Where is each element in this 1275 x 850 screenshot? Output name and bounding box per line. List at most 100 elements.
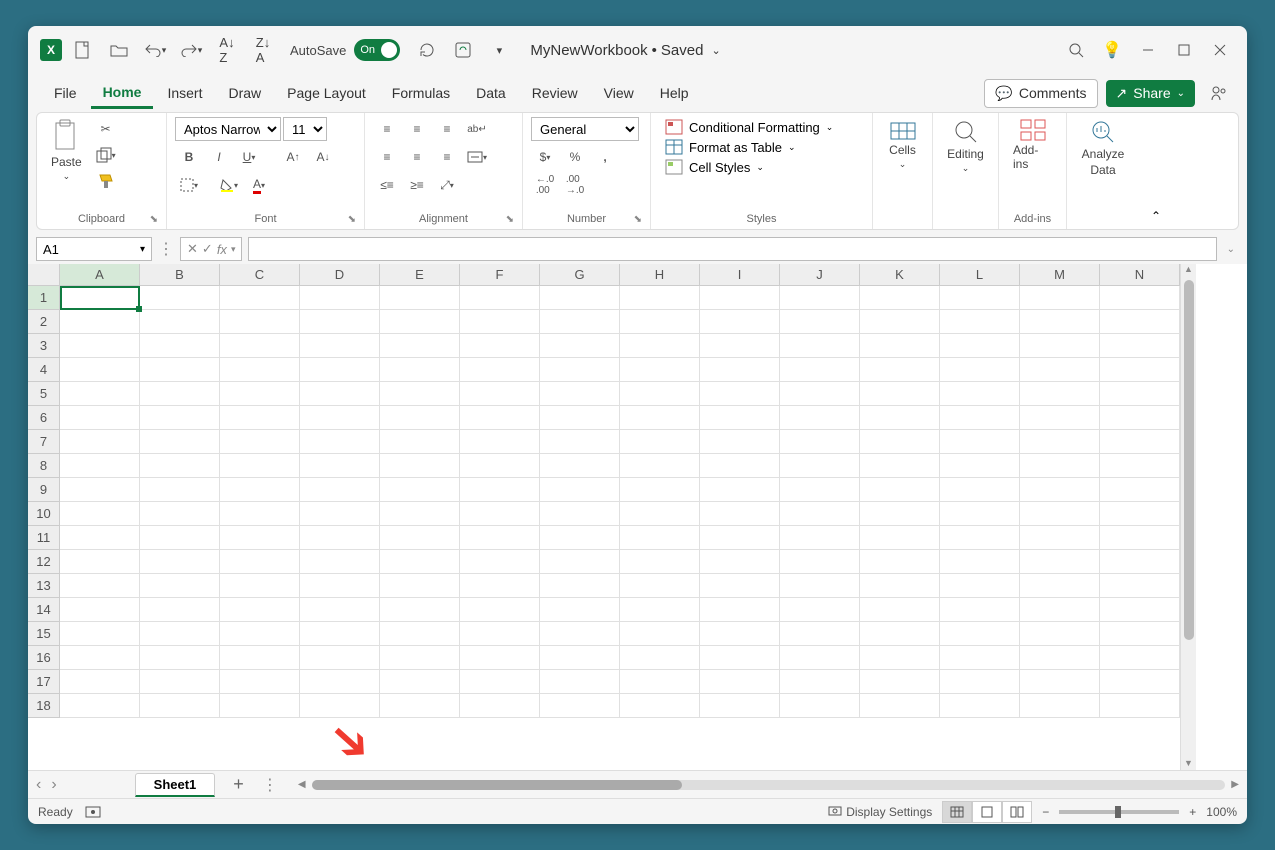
- cell[interactable]: [380, 598, 460, 622]
- percent-icon[interactable]: %: [561, 145, 589, 169]
- cell[interactable]: [620, 622, 700, 646]
- open-file-icon[interactable]: [104, 35, 134, 65]
- cell[interactable]: [860, 382, 940, 406]
- bold-button[interactable]: B: [175, 145, 203, 169]
- cell[interactable]: [540, 670, 620, 694]
- cell[interactable]: [60, 670, 140, 694]
- tab-draw[interactable]: Draw: [216, 79, 273, 107]
- zoom-level[interactable]: 100%: [1206, 805, 1237, 819]
- cell[interactable]: [620, 286, 700, 310]
- cell[interactable]: [380, 382, 460, 406]
- more-options-icon[interactable]: ⋮: [158, 239, 174, 259]
- sheet-tab-sheet1[interactable]: Sheet1: [135, 773, 216, 797]
- cell[interactable]: [860, 550, 940, 574]
- cell[interactable]: [460, 598, 540, 622]
- analyze-data-button[interactable]: Analyze Data: [1075, 117, 1131, 179]
- currency-icon[interactable]: $▾: [531, 145, 559, 169]
- cell[interactable]: [1020, 598, 1100, 622]
- cell[interactable]: [1100, 574, 1180, 598]
- cell[interactable]: [220, 646, 300, 670]
- merge-cells-icon[interactable]: ▾: [463, 145, 491, 169]
- cell[interactable]: [380, 454, 460, 478]
- cell[interactable]: [1020, 694, 1100, 718]
- cell[interactable]: [940, 622, 1020, 646]
- cut-icon[interactable]: ✂: [92, 117, 120, 141]
- cell[interactable]: [1020, 406, 1100, 430]
- fx-icon[interactable]: fx: [217, 242, 227, 257]
- cell[interactable]: [380, 358, 460, 382]
- scroll-right-icon[interactable]: ▶: [1231, 779, 1239, 790]
- redo-icon[interactable]: ▾: [176, 35, 206, 65]
- cell[interactable]: [940, 670, 1020, 694]
- cell[interactable]: [540, 598, 620, 622]
- cell[interactable]: [380, 430, 460, 454]
- italic-button[interactable]: I: [205, 145, 233, 169]
- row-header[interactable]: 15: [28, 622, 60, 646]
- cell[interactable]: [540, 622, 620, 646]
- collapse-ribbon-icon[interactable]: ⌃: [1151, 209, 1161, 223]
- cell[interactable]: [700, 286, 780, 310]
- cell[interactable]: [780, 310, 860, 334]
- cell[interactable]: [460, 694, 540, 718]
- cell[interactable]: [460, 670, 540, 694]
- decrease-decimal-icon[interactable]: .00→.0: [561, 173, 589, 197]
- cell[interactable]: [1020, 478, 1100, 502]
- cell[interactable]: [460, 502, 540, 526]
- cell[interactable]: [1020, 622, 1100, 646]
- cell[interactable]: [140, 574, 220, 598]
- cell[interactable]: [1100, 358, 1180, 382]
- cell[interactable]: [780, 694, 860, 718]
- cell[interactable]: [1020, 358, 1100, 382]
- cell[interactable]: [540, 358, 620, 382]
- cell[interactable]: [620, 478, 700, 502]
- cell[interactable]: [460, 574, 540, 598]
- cell[interactable]: [540, 646, 620, 670]
- cell[interactable]: [540, 478, 620, 502]
- align-bottom-icon[interactable]: ≡: [433, 117, 461, 141]
- cell[interactable]: [940, 406, 1020, 430]
- column-header[interactable]: M: [1020, 264, 1100, 286]
- cell[interactable]: [60, 550, 140, 574]
- cell[interactable]: [380, 502, 460, 526]
- cell[interactable]: [1020, 382, 1100, 406]
- tab-view[interactable]: View: [592, 79, 646, 107]
- cell[interactable]: [700, 454, 780, 478]
- cell[interactable]: [1100, 694, 1180, 718]
- cell[interactable]: [1020, 310, 1100, 334]
- cell[interactable]: [1100, 286, 1180, 310]
- cell[interactable]: [700, 574, 780, 598]
- cell[interactable]: [940, 454, 1020, 478]
- tab-formulas[interactable]: Formulas: [380, 79, 462, 107]
- cell[interactable]: [1020, 334, 1100, 358]
- cell[interactable]: [460, 286, 540, 310]
- cell[interactable]: [860, 334, 940, 358]
- cell[interactable]: [460, 430, 540, 454]
- cell[interactable]: [460, 550, 540, 574]
- cell[interactable]: [140, 382, 220, 406]
- cell[interactable]: [460, 358, 540, 382]
- cell[interactable]: [700, 622, 780, 646]
- row-header[interactable]: 12: [28, 550, 60, 574]
- tab-options-icon[interactable]: ⋮: [262, 775, 278, 795]
- cell[interactable]: [940, 334, 1020, 358]
- cell[interactable]: [620, 382, 700, 406]
- row-header[interactable]: 2: [28, 310, 60, 334]
- column-header[interactable]: N: [1100, 264, 1180, 286]
- cell[interactable]: [860, 526, 940, 550]
- cell[interactable]: [140, 454, 220, 478]
- cell[interactable]: [940, 598, 1020, 622]
- decrease-indent-icon[interactable]: ≤≡: [373, 173, 401, 197]
- cell[interactable]: [540, 334, 620, 358]
- cell[interactable]: [780, 598, 860, 622]
- cell[interactable]: [620, 646, 700, 670]
- cell[interactable]: [620, 334, 700, 358]
- vertical-scrollbar[interactable]: ▲ ▼: [1180, 264, 1196, 770]
- cell[interactable]: [220, 334, 300, 358]
- cell[interactable]: [460, 646, 540, 670]
- cell[interactable]: [780, 646, 860, 670]
- tab-file[interactable]: File: [42, 79, 89, 107]
- cell[interactable]: [220, 358, 300, 382]
- cell[interactable]: [140, 598, 220, 622]
- zoom-in-icon[interactable]: +: [1189, 805, 1196, 819]
- hscroll-thumb[interactable]: [312, 780, 682, 790]
